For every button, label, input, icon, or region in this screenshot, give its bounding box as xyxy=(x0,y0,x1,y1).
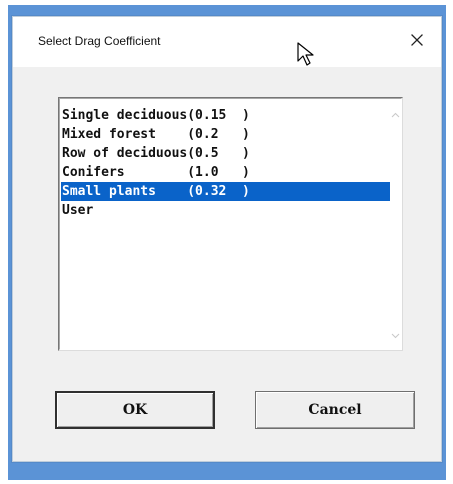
scroll-down-button[interactable] xyxy=(391,328,400,338)
close-icon xyxy=(410,33,424,47)
select-drag-coefficient-dialog: Select Drag Coefficient Single deciduous… xyxy=(12,16,442,462)
drag-coefficient-listbox[interactable]: Single deciduous(0.15 ) Mixed forest (0.… xyxy=(58,97,403,351)
close-button[interactable] xyxy=(407,30,427,50)
list-item-user[interactable]: User xyxy=(61,201,392,220)
list-item-mixed-forest[interactable]: Mixed forest (0.2 ) xyxy=(61,125,392,144)
mouse-pointer-icon xyxy=(296,41,318,69)
chevron-down-icon xyxy=(391,324,400,343)
title-bar: Select Drag Coefficient xyxy=(13,17,441,67)
scroll-up-button[interactable] xyxy=(391,107,400,117)
list-item-single-deciduous[interactable]: Single deciduous(0.15 ) xyxy=(61,106,392,125)
desktop: Select Drag Coefficient Single deciduous… xyxy=(0,0,453,484)
vertical-scrollbar[interactable] xyxy=(390,99,401,349)
ok-button[interactable]: OK xyxy=(55,391,215,429)
window-title: Select Drag Coefficient xyxy=(38,34,161,48)
list-item-conifers[interactable]: Conifers (1.0 ) xyxy=(61,163,392,182)
cancel-button[interactable]: Cancel xyxy=(255,391,415,429)
list-item-small-plants-selected[interactable]: Small plants (0.32 ) xyxy=(61,182,392,201)
chevron-up-icon xyxy=(391,103,400,122)
list-item-row-of-deciduous[interactable]: Row of deciduous(0.5 ) xyxy=(61,144,392,163)
listbox-items: Single deciduous(0.15 ) Mixed forest (0.… xyxy=(61,106,392,346)
